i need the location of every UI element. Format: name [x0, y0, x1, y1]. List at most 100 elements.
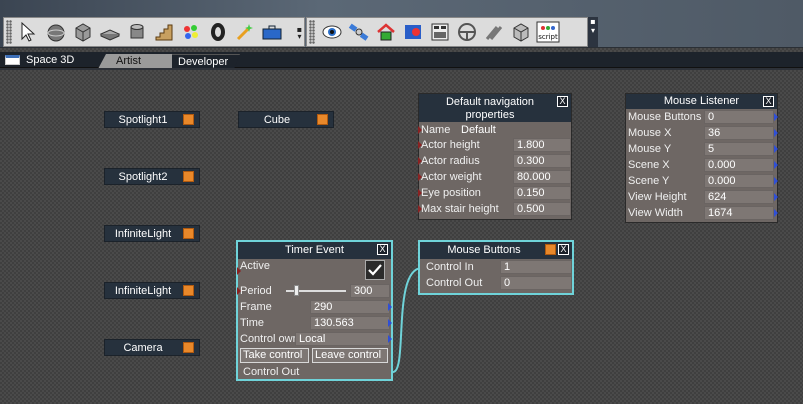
period-row: Period 300	[237, 283, 391, 299]
property-row: View Width 1674	[626, 205, 778, 221]
plane-icon[interactable]	[97, 19, 123, 45]
active-checkbox[interactable]	[365, 260, 385, 280]
node-label: InfiniteLight	[114, 227, 172, 240]
toolbar-grip-handle[interactable]	[309, 20, 315, 44]
property-value[interactable]: 0.000	[704, 158, 774, 172]
property-value[interactable]: 0	[704, 110, 774, 124]
close-icon[interactable]: X	[558, 244, 569, 255]
property-value[interactable]: 80.000	[513, 170, 571, 184]
property-value[interactable]: 5	[704, 142, 774, 156]
close-icon[interactable]: X	[763, 96, 774, 107]
period-label: Period	[240, 285, 272, 297]
property-value[interactable]: 0.150	[513, 186, 571, 200]
node-cube[interactable]: Cube	[238, 111, 334, 128]
toolbox-icon[interactable]	[259, 19, 285, 45]
property-value[interactable]: 0	[500, 276, 572, 290]
property-value[interactable]: 1674	[704, 206, 774, 220]
property-label: Control In	[426, 261, 474, 273]
select-arrow-icon[interactable]	[16, 19, 42, 45]
property-value[interactable]: 1	[500, 260, 572, 274]
node-label: Spotlight2	[118, 170, 168, 183]
node-connector-icon[interactable]	[183, 285, 194, 296]
property-label: Max stair height	[421, 203, 499, 215]
eye-icon[interactable]	[319, 19, 345, 45]
steering-wheel-icon[interactable]	[454, 19, 480, 45]
mouse-buttons-panel[interactable]: Mouse Buttons X Control In 1 Control Out…	[418, 240, 574, 295]
property-value[interactable]: 290	[310, 300, 390, 314]
home-icon[interactable]	[373, 19, 399, 45]
node-spotlight2[interactable]: Spotlight2	[104, 168, 200, 185]
toolbar-overflow-chevron-icon[interactable]: ▪ ▾	[588, 17, 598, 47]
property-value[interactable]: 36	[704, 126, 774, 140]
node-connector-icon[interactable]	[545, 244, 556, 255]
sphere-icon[interactable]	[43, 19, 69, 45]
period-value[interactable]: 300	[350, 284, 390, 298]
output-port[interactable]	[388, 303, 392, 311]
output-port[interactable]	[774, 209, 778, 217]
toolbar-grip-handle[interactable]	[6, 20, 12, 44]
property-value-name[interactable]: Default	[457, 123, 569, 137]
slider-thumb[interactable]	[294, 285, 299, 296]
property-value[interactable]: 624	[704, 190, 774, 204]
leave-control-button[interactable]: Leave control	[312, 348, 388, 363]
toolbar-overflow-chevron-icon[interactable]: ▪ ▾	[296, 26, 303, 41]
main-toolbar: ▪ ▾ script ▪ ▾	[0, 0, 803, 48]
node-connector-icon[interactable]	[183, 171, 194, 182]
property-row: Mouse Buttons 0	[626, 109, 778, 125]
box-icon[interactable]	[508, 19, 534, 45]
period-slider[interactable]	[286, 285, 346, 296]
record-icon[interactable]	[400, 19, 426, 45]
output-port[interactable]	[388, 335, 392, 343]
node-connector-icon[interactable]	[183, 228, 194, 239]
output-port[interactable]	[388, 319, 392, 327]
panel-header[interactable]: Default navigation properties X	[419, 94, 571, 122]
property-value[interactable]: 0.000	[704, 174, 774, 188]
tab-developer[interactable]: Developer	[160, 54, 240, 69]
tab-artist[interactable]: Artist	[98, 54, 172, 69]
output-port[interactable]	[774, 129, 778, 137]
output-port[interactable]	[774, 113, 778, 121]
property-label: Actor height	[421, 139, 480, 151]
cylinder-icon[interactable]	[124, 19, 150, 45]
magic-wand-icon[interactable]	[232, 19, 258, 45]
property-row: Control Out 0	[420, 275, 572, 291]
grid-panel-icon[interactable]	[427, 19, 453, 45]
space-indicator: Space 3D	[5, 53, 74, 67]
node-connector-icon[interactable]	[317, 114, 328, 125]
panel-header[interactable]: Mouse Listener X	[626, 94, 777, 109]
panel-header[interactable]: Timer Event X	[238, 242, 391, 259]
property-value[interactable]: 0.300	[513, 154, 571, 168]
node-connector-icon[interactable]	[183, 114, 194, 125]
output-port[interactable]	[774, 145, 778, 153]
node-spotlight1[interactable]: Spotlight1	[104, 111, 200, 128]
take-control-button[interactable]: Take control	[240, 348, 309, 363]
timer-event-panel[interactable]: Timer Event X Active Period 300 Frame 29…	[236, 240, 393, 381]
node-infinitelight-1[interactable]: InfiniteLight	[104, 225, 200, 242]
panel-title: Mouse Buttons	[447, 244, 521, 256]
property-value[interactable]: 1.800	[513, 138, 571, 152]
property-row: Name Default	[418, 122, 571, 137]
cube-icon[interactable]	[70, 19, 96, 45]
default-navigation-properties-panel[interactable]: Default navigation properties X Name Def…	[418, 93, 572, 220]
node-infinitelight-2[interactable]: InfiniteLight	[104, 282, 200, 299]
output-port[interactable]	[774, 193, 778, 201]
mouse-listener-panel[interactable]: Mouse Listener X Mouse Buttons 0 Mouse X…	[625, 93, 778, 223]
close-icon[interactable]: X	[557, 96, 568, 107]
torus-icon[interactable]	[205, 19, 231, 45]
satellite-icon[interactable]	[346, 19, 372, 45]
paint-palette-icon[interactable]	[178, 19, 204, 45]
property-value[interactable]: 130.563	[310, 316, 390, 330]
fork-icon[interactable]	[481, 19, 507, 45]
property-row: Eye position 0.150	[418, 185, 571, 201]
script-icon[interactable]: script	[535, 19, 561, 45]
node-connector-icon[interactable]	[183, 342, 194, 353]
close-icon[interactable]: X	[377, 244, 388, 255]
node-camera[interactable]: Camera	[104, 339, 200, 356]
property-value[interactable]: 0.500	[513, 202, 571, 216]
output-port[interactable]	[774, 177, 778, 185]
property-value[interactable]: Local	[295, 332, 390, 346]
stairs-icon[interactable]	[151, 19, 177, 45]
output-port[interactable]	[774, 161, 778, 169]
panel-header[interactable]: Mouse Buttons X	[420, 242, 572, 259]
toolbar-group-behaviours: script	[306, 17, 588, 47]
